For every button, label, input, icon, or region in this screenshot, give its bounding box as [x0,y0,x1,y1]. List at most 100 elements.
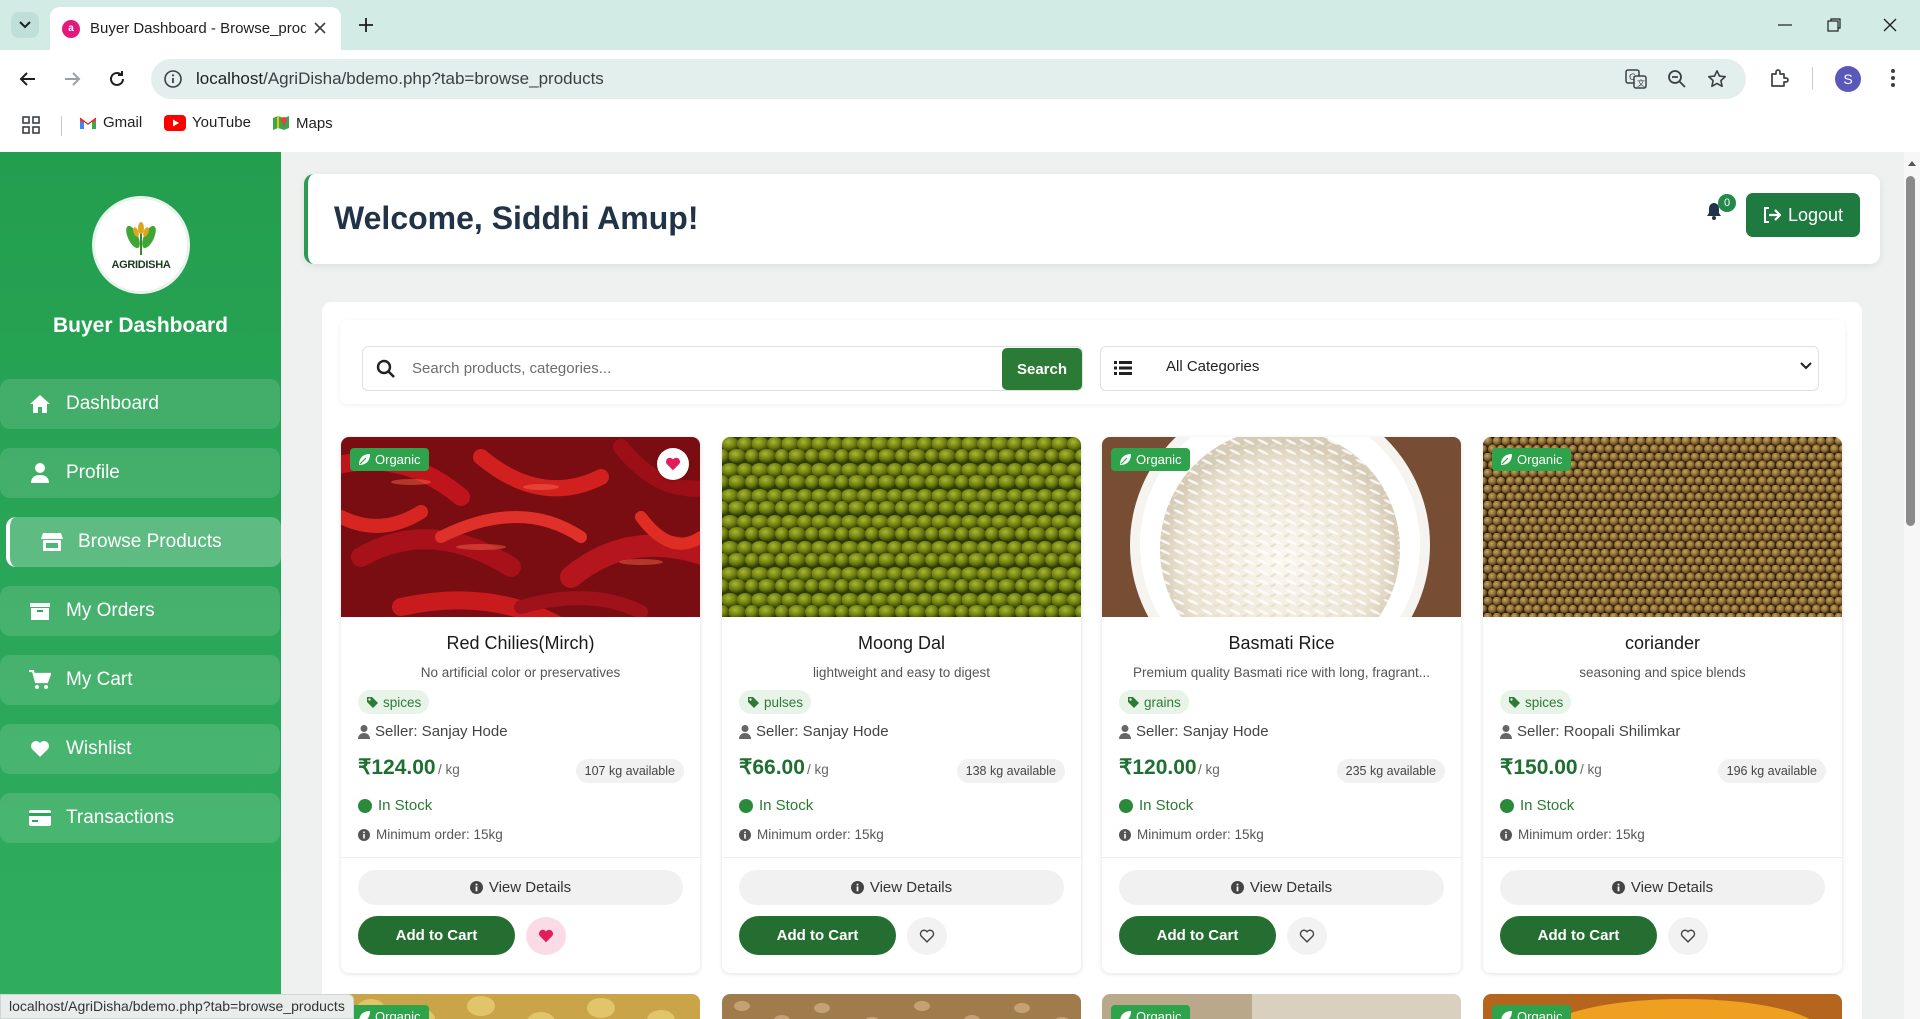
price-unit: / kg [1580,762,1602,777]
tag-icon [748,696,759,708]
view-details-label: View Details [488,879,572,896]
bookmark-gmail[interactable]: Gmail [79,114,142,131]
bookmark-star-icon[interactable] [1706,68,1728,90]
sidebar-item-dashboard[interactable]: Dashboard [0,379,280,429]
add-to-cart-button[interactable]: Add to Cart [1500,916,1657,955]
organic-badge: Organic [1492,1005,1571,1019]
search-input[interactable] [412,348,997,388]
arrow-right-icon [65,72,81,86]
product-card-partial[interactable]: Organic [1483,994,1842,1019]
chevron-down-icon [1800,362,1812,370]
sidebar-item-browse-products[interactable]: Browse Products [6,517,281,567]
browser-tab-active[interactable]: a Buyer Dashboard - Browse_products [50,7,341,50]
profile-avatar[interactable]: S [1835,66,1861,92]
product-image-moong-dal[interactable] [722,437,1081,617]
sidebar-item-my-orders[interactable]: My Orders [0,586,280,636]
product-name[interactable]: coriander [1483,633,1842,654]
scrollbar-thumb[interactable] [1906,176,1915,526]
sidebar-item-my-cart[interactable]: My Cart [0,655,280,705]
product-description: No artificial color or preservatives [420,665,621,680]
info-circle-icon [1500,828,1512,841]
tab-search-button[interactable] [11,12,39,38]
seller-info: Seller: Sanjay Hode [1119,723,1269,740]
add-to-cart-button[interactable]: Add to Cart [1119,916,1276,955]
user-icon [28,463,52,483]
close-icon [1883,18,1897,32]
minimize-button[interactable] [1773,13,1797,37]
box-icon [28,601,52,621]
welcome-title: Welcome, Siddhi Amup! [334,200,699,236]
sidebar-item-transactions[interactable]: Transactions [0,793,280,843]
browser-menu-icon[interactable] [1880,65,1906,91]
view-details-button[interactable]: View Details [358,870,683,905]
view-details-button[interactable]: View Details [1500,870,1825,905]
category-tag[interactable]: grains [1119,690,1189,714]
zoom-icon[interactable] [1666,68,1688,90]
heart-outline-icon [1299,929,1315,943]
tab-close-icon[interactable] [311,19,329,37]
sidebar-item-label: My Orders [66,600,155,621]
product-card: Organic coriander seasoning and spice bl… [1483,437,1842,973]
bookmark-maps[interactable]: Maps [272,114,333,132]
bookmarks-bar: Gmail YouTube Maps [0,108,1920,142]
search-button[interactable]: Search [1002,348,1082,390]
new-tab-button[interactable] [354,13,378,37]
site-info-icon[interactable] [163,69,183,89]
product-card-partial[interactable]: Organic [341,994,700,1019]
product-card-partial[interactable] [722,994,1081,1019]
product-card-partial[interactable]: Organic [1102,994,1461,1019]
product-card: Moong Dal lightweight and easy to digest… [722,437,1081,973]
category-tag[interactable]: spices [1500,690,1572,714]
organic-label: Organic [1136,452,1182,467]
sidebar-item-profile[interactable]: Profile [0,448,280,498]
reload-button[interactable] [103,65,131,93]
availability-badge: 107 kg available [575,759,684,783]
sidebar-item-wishlist[interactable]: Wishlist [0,724,280,774]
wishlist-button[interactable] [526,917,566,955]
back-button[interactable] [14,65,42,93]
forward-button[interactable] [58,65,86,93]
seller-name: Seller: Sanjay Hode [756,723,889,740]
add-to-cart-button[interactable]: Add to Cart [739,916,896,955]
scroll-up-arrow-icon[interactable] [1904,157,1920,169]
view-details-label: View Details [1249,879,1333,896]
minimum-order-label: Minimum order: 15kg [1137,827,1264,842]
bookmark-label: Gmail [103,114,143,131]
view-details-label: View Details [869,879,953,896]
toolbar-divider [1812,67,1813,89]
extensions-icon[interactable] [1767,65,1793,91]
close-window-button[interactable] [1878,13,1902,37]
product-name[interactable]: Red Chilies(Mirch) [341,633,700,654]
stock-status: In Stock [1500,797,1574,814]
seller-name: Seller: Sanjay Hode [375,723,508,740]
url-text[interactable]: localhost/AgriDisha/bdemo.php?tab=browse… [196,69,604,89]
stock-status-dot-icon [739,798,753,813]
address-bar[interactable]: localhost/AgriDisha/bdemo.php?tab=browse… [151,59,1746,99]
minimum-order: Minimum order: 15kg [1500,827,1645,842]
restore-button[interactable] [1822,13,1846,37]
view-details-button[interactable]: View Details [739,870,1064,905]
bookmarks-separator [61,116,62,136]
category-tag[interactable]: spices [358,690,430,714]
bookmark-youtube[interactable]: YouTube [164,114,251,131]
view-details-button[interactable]: View Details [1119,870,1444,905]
wishlist-toggle-image[interactable] [657,448,689,480]
price-unit: / kg [438,762,460,777]
user-icon [358,724,370,739]
category-tag[interactable]: pulses [739,690,812,714]
wishlist-button[interactable] [1287,917,1327,955]
view-details-label: View Details [1630,879,1714,896]
wishlist-button[interactable] [1668,917,1708,955]
wishlist-button[interactable] [907,917,947,955]
organic-label: Organic [375,452,421,467]
stock-status: In Stock [1119,797,1193,814]
add-to-cart-button[interactable]: Add to Cart [358,916,515,955]
apps-grid-icon[interactable] [22,116,40,134]
logout-button[interactable]: Logout [1746,193,1860,237]
product-name[interactable]: Moong Dal [722,633,1081,654]
url-host: localhost [196,69,264,88]
arrow-left-icon [19,72,35,86]
product-name[interactable]: Basmati Rice [1102,633,1461,654]
translate-icon[interactable]: G文 [1625,68,1647,90]
card-divider [722,857,1081,858]
